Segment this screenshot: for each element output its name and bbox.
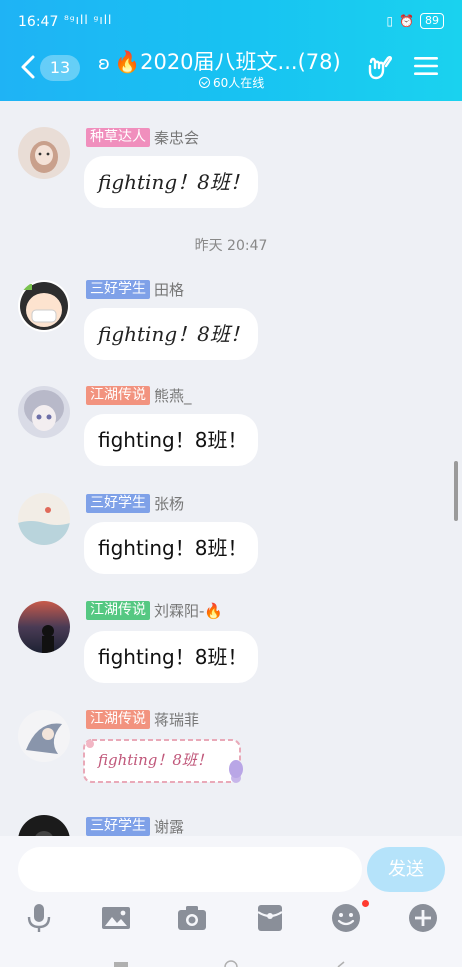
avatar[interactable] bbox=[18, 280, 70, 332]
sticker-message[interactable]: fighting！8班！ bbox=[80, 736, 248, 786]
sender-name: 田格 bbox=[154, 281, 185, 299]
avatar[interactable] bbox=[18, 710, 70, 762]
sender-name: 蒋瑞菲 bbox=[154, 711, 200, 729]
group-title[interactable]: ʚ 🔥2020届八班文...(78) bbox=[98, 46, 350, 76]
message-timestamp: 昨天 20:47 bbox=[194, 238, 268, 254]
sender-meta: 种草达人 秦忠会 bbox=[86, 127, 199, 148]
system-nav-bar bbox=[114, 960, 345, 967]
member-title-badge: 江湖传说 bbox=[86, 710, 150, 729]
camera-icon[interactable] bbox=[176, 902, 208, 934]
sender-name: 谢露 bbox=[154, 818, 185, 836]
group-title-text: 🔥2020届八班文...(78) bbox=[113, 50, 341, 74]
online-status: 60人在线 bbox=[199, 74, 264, 91]
scrollbar[interactable] bbox=[454, 461, 458, 521]
vibrate-icon: ▯ bbox=[386, 14, 394, 28]
send-button[interactable]: 发送 bbox=[367, 847, 445, 892]
sender-name: 秦忠会 bbox=[154, 129, 200, 147]
sticker-text: fighting！8班！ bbox=[98, 751, 212, 769]
red-packet-icon[interactable] bbox=[254, 902, 286, 934]
input-bar: 发送 bbox=[0, 836, 462, 967]
member-title-badge: 三好学生 bbox=[86, 817, 150, 836]
member-title-badge: 种草达人 bbox=[86, 128, 150, 147]
message-bubble[interactable]: fighting！8班！ bbox=[84, 631, 258, 683]
microphone-icon[interactable] bbox=[23, 902, 55, 934]
message-bubble[interactable]: fighting！8班！ bbox=[84, 156, 258, 208]
chat-header: 16:47 ⁸ᵍıll ᵍıll ▯ ⏰ 89 13 ʚ 🔥2020届八班文...… bbox=[0, 0, 462, 101]
online-check-icon bbox=[199, 77, 210, 88]
love-hand-icon[interactable] bbox=[366, 52, 394, 80]
battery-icon: 89 bbox=[420, 13, 444, 29]
sender-meta: 三好学生 张杨 bbox=[86, 493, 184, 514]
sender-meta: 江湖传说 刘霖阳-🔥 bbox=[86, 600, 223, 621]
image-icon[interactable] bbox=[100, 902, 132, 934]
signal-icon: ⁸ᵍıll ᵍıll bbox=[64, 13, 113, 27]
emoji-icon[interactable] bbox=[330, 902, 362, 934]
member-title-badge: 三好学生 bbox=[86, 280, 150, 299]
status-bar: 16:47 ⁸ᵍıll ᵍıll ▯ ⏰ 89 bbox=[18, 10, 444, 32]
online-count: 60人在线 bbox=[213, 76, 265, 90]
unread-count-badge[interactable]: 13 bbox=[40, 55, 80, 81]
avatar[interactable] bbox=[18, 127, 70, 179]
avatar[interactable] bbox=[18, 815, 70, 836]
back-arrow-icon[interactable] bbox=[18, 54, 40, 80]
alarm-icon: ⏰ bbox=[399, 14, 414, 28]
message-bubble[interactable]: fighting！8班！ bbox=[84, 522, 258, 574]
avatar[interactable] bbox=[18, 386, 70, 438]
sender-meta: 江湖传说 蒋瑞菲 bbox=[86, 709, 199, 730]
status-time: 16:47 bbox=[18, 14, 59, 30]
sender-name: 张杨 bbox=[154, 495, 185, 513]
sender-meta: 三好学生 田格 bbox=[86, 279, 184, 300]
message-input[interactable] bbox=[18, 847, 362, 892]
sender-name: 熊燕_ bbox=[154, 387, 192, 405]
sender-name: 刘霖阳-🔥 bbox=[154, 602, 224, 620]
avatar[interactable] bbox=[18, 493, 70, 545]
ear-icon: ʚ bbox=[98, 53, 110, 74]
member-title-badge: 江湖传说 bbox=[86, 386, 150, 405]
notification-dot bbox=[362, 900, 369, 907]
member-title-badge: 三好学生 bbox=[86, 494, 150, 513]
member-title-badge: 江湖传说 bbox=[86, 601, 150, 620]
plus-icon[interactable] bbox=[407, 902, 439, 934]
sender-meta: 三好学生 谢露 bbox=[86, 816, 184, 836]
chat-messages[interactable]: 种草达人 秦忠会 fighting！8班！ 昨天 20:47 三好学生 田格 f… bbox=[0, 101, 462, 836]
menu-icon[interactable] bbox=[414, 56, 438, 76]
avatar[interactable] bbox=[18, 601, 70, 653]
sender-meta: 江湖传说 熊燕_ bbox=[86, 385, 192, 406]
message-bubble[interactable]: fighting！8班！ bbox=[84, 308, 258, 360]
message-bubble[interactable]: fighting！8班！ bbox=[84, 414, 258, 466]
